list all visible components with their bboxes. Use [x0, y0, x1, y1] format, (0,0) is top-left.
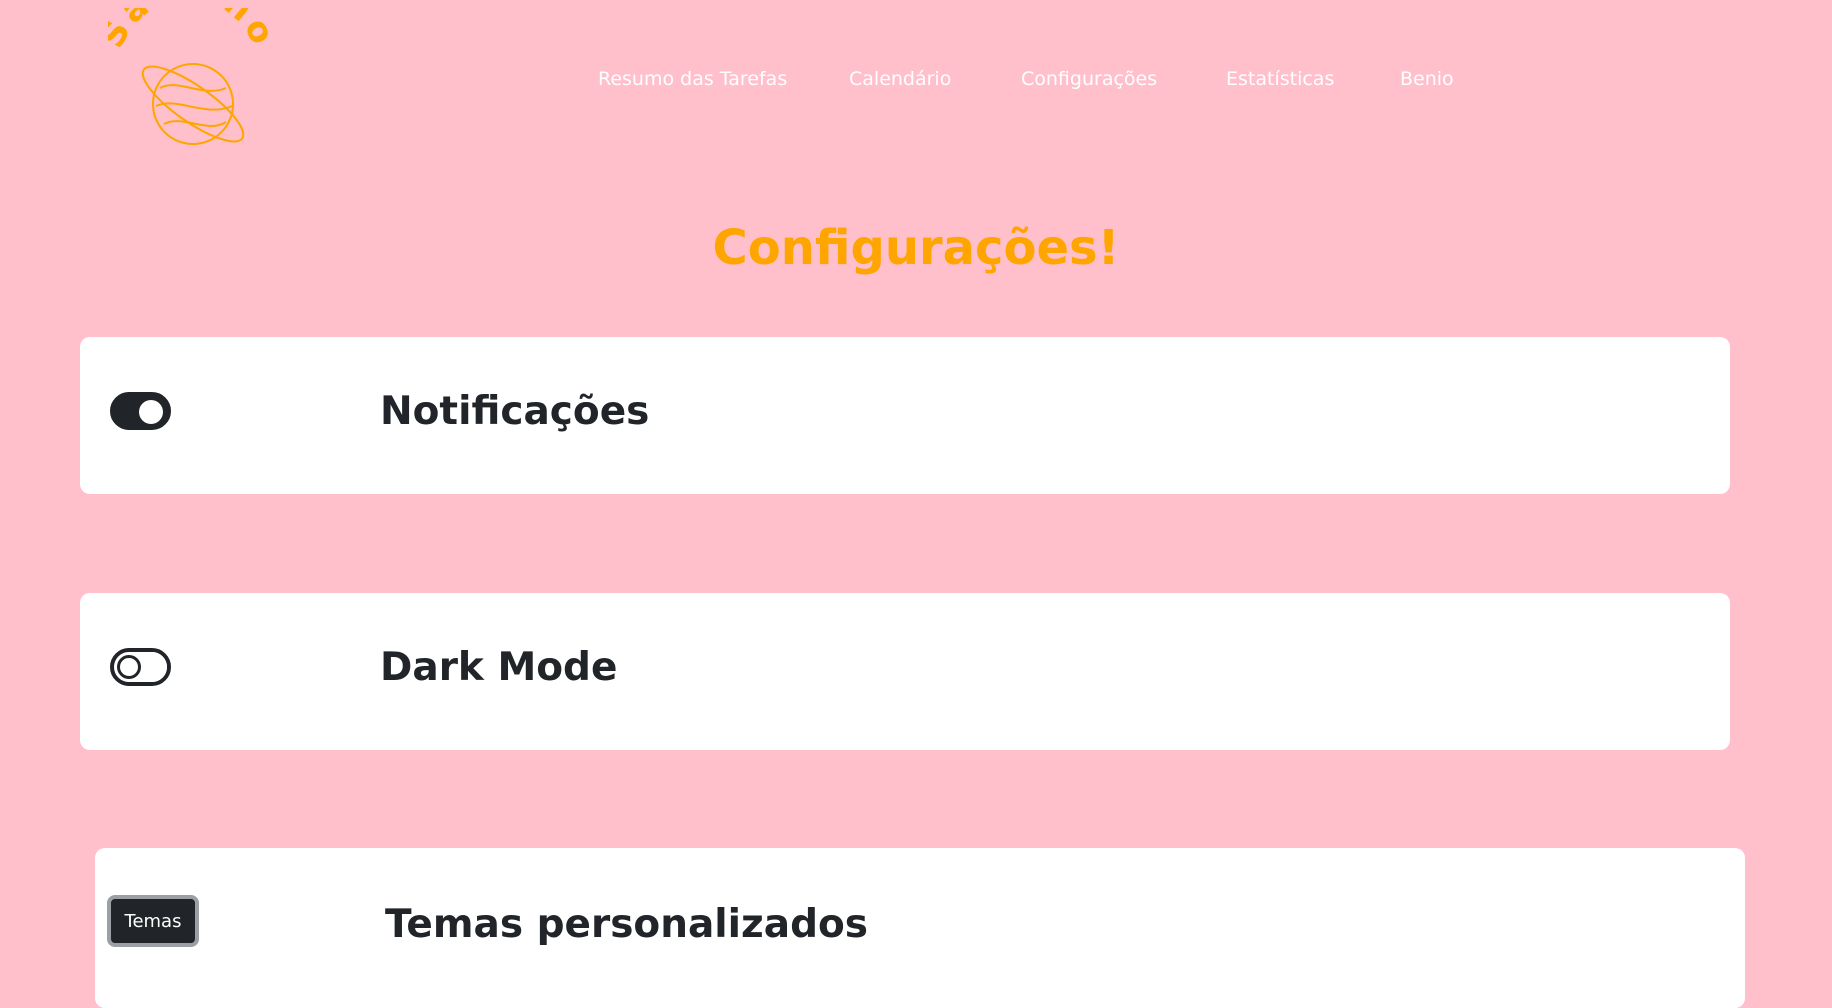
notifications-card: Notificações: [80, 337, 1730, 494]
nav-item-benio[interactable]: Benio: [1400, 68, 1454, 90]
nav-item-estatisticas[interactable]: Estatísticas: [1226, 68, 1334, 90]
dark-mode-label: Dark Mode: [380, 645, 618, 690]
nav-item-resumo-das-tarefas[interactable]: Resumo das Tarefas: [598, 68, 787, 90]
themes-label: Temas personalizados: [385, 902, 868, 947]
notifications-toggle[interactable]: [110, 392, 171, 430]
page-title: Configurações!: [712, 220, 1120, 276]
nav-item-calendario[interactable]: Calendário: [849, 68, 951, 90]
themes-button[interactable]: Temas: [107, 895, 199, 947]
main-nav: Resumo das Tarefas Calendário Configuraç…: [0, 68, 1832, 98]
themes-card: Temas Temas personalizados: [95, 848, 1745, 1008]
dark-mode-card: Dark Mode: [80, 593, 1730, 750]
svg-text:Saturno: Saturno: [108, 8, 268, 54]
logo-text: Saturno: [108, 8, 268, 54]
toggle-knob: [117, 655, 141, 679]
toggle-knob: [139, 400, 163, 424]
nav-item-configuracoes[interactable]: Configurações: [1021, 68, 1157, 90]
notifications-label: Notificações: [380, 389, 650, 434]
dark-mode-toggle[interactable]: [110, 648, 171, 686]
